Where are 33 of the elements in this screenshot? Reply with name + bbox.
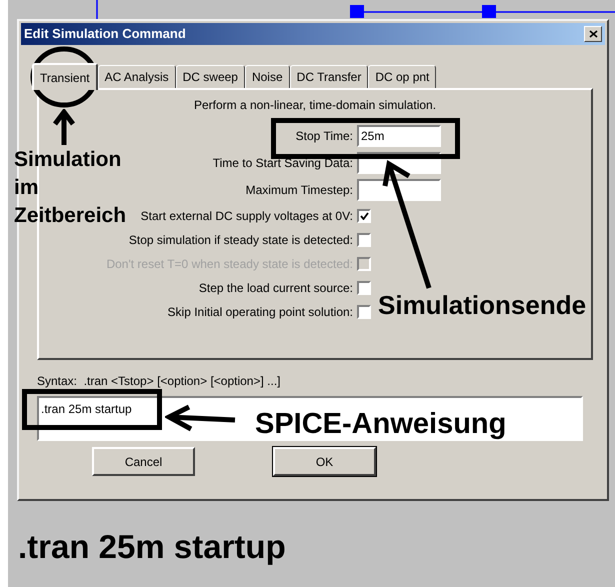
tab[interactable]: DC Transfer — [290, 65, 368, 88]
footer-text: .tran 25m startup — [18, 530, 286, 563]
checkbox[interactable] — [357, 304, 371, 318]
checkbox-label: Skip Initial operating point solution: — [168, 304, 353, 320]
field-label: Maximum Timestep: — [246, 182, 353, 199]
field-label: Time to Start Saving Data: — [212, 155, 353, 172]
window-title: Edit Simulation Command — [24, 25, 186, 44]
pointer-arrow — [53, 109, 75, 145]
checkbox-label: Start external DC supply voltages at 0V: — [140, 208, 353, 224]
tab[interactable]: AC Analysis — [98, 65, 176, 88]
dialog-button[interactable]: Cancel — [92, 447, 195, 476]
checkbox-label: Step the load current source: — [198, 280, 353, 296]
tab[interactable]: DC sweep — [176, 65, 245, 88]
close-icon — [588, 30, 598, 38]
tab[interactable]: Transient — [32, 63, 98, 90]
input-field[interactable]: 25m — [357, 125, 441, 147]
check-icon — [360, 212, 368, 220]
annotation-text: Simulationsende — [378, 292, 586, 318]
checkbox-label: Stop simulation if steady state is detected: — [128, 232, 353, 248]
checkbox[interactable] — [357, 280, 371, 294]
checkbox[interactable] — [357, 208, 371, 222]
input-field[interactable] — [357, 179, 441, 201]
close-button[interactable] — [584, 26, 602, 42]
tab[interactable]: Noise — [244, 65, 290, 88]
dialog-button[interactable]: OK — [273, 447, 376, 476]
checkbox[interactable] — [357, 232, 371, 246]
pointer-arrow — [165, 404, 237, 432]
tab[interactable]: DC op pnt — [368, 65, 436, 88]
syntax-text: Syntax: .tran <Tstop> [<option> [<option>] ...] — [37, 373, 282, 390]
field-label: Stop Time: — [296, 128, 353, 145]
annotation-text: SPICE-Anweisung — [255, 410, 506, 439]
description-text: Perform a non-linear, time-domain simulation. — [194, 97, 436, 114]
annotation-text: Simulation im Zeitbereich — [14, 147, 128, 229]
